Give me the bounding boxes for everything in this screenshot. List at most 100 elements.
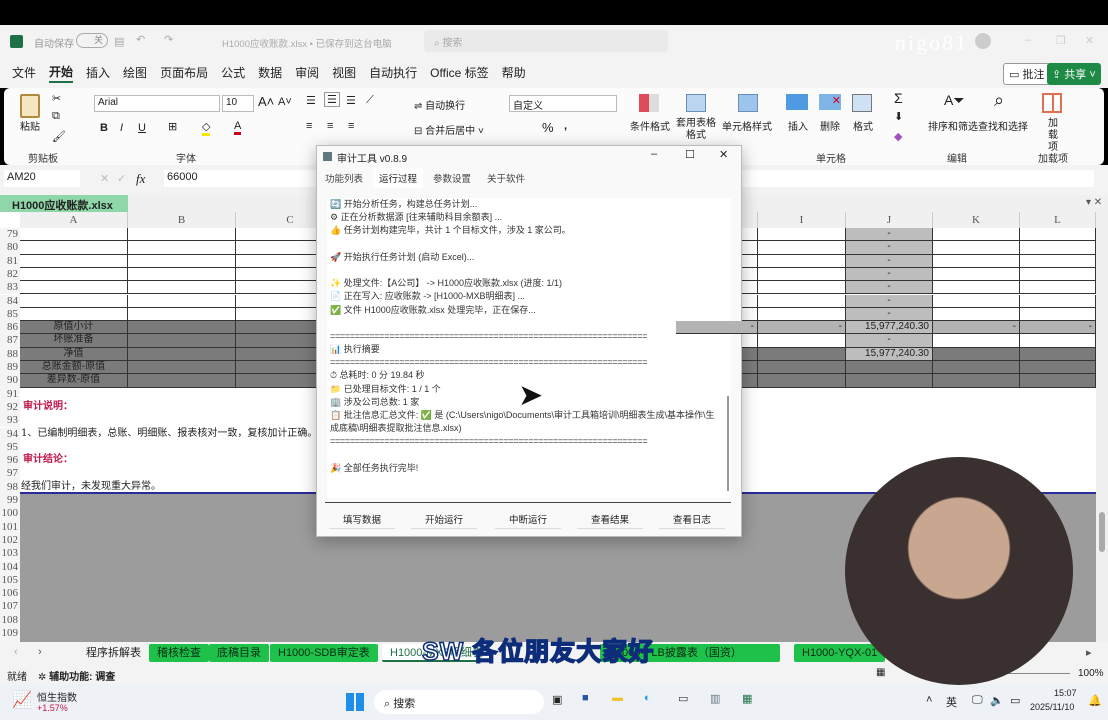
cell-I91[interactable] — [758, 387, 846, 401]
font-size-select[interactable]: 10 — [222, 95, 254, 112]
cell-I88[interactable] — [758, 347, 846, 361]
cell-A87[interactable]: 坏账准备 — [20, 334, 128, 348]
cell-I90[interactable] — [758, 374, 846, 388]
row-header[interactable]: 96 — [0, 454, 20, 468]
cell-K88[interactable] — [933, 347, 1020, 361]
conditional-format-icon[interactable] — [639, 94, 659, 112]
cell-K82[interactable] — [933, 267, 1020, 282]
row-header[interactable]: 100 — [0, 507, 20, 521]
row-header[interactable]: 98 — [0, 480, 20, 494]
cell-I87[interactable] — [758, 334, 846, 348]
underline-button[interactable]: U — [138, 122, 146, 134]
save-icon[interactable]: ▤ — [114, 35, 124, 48]
cell-A97[interactable] — [20, 467, 128, 481]
widget-title[interactable]: 恒生指数 — [37, 689, 77, 704]
row-header[interactable]: 104 — [0, 560, 20, 574]
cell-I95[interactable] — [758, 440, 846, 455]
cell-A86[interactable]: 原值小计 — [20, 321, 128, 335]
close-icon[interactable]: ✕ — [1085, 34, 1094, 47]
cell-A93[interactable] — [20, 414, 128, 428]
delete-cells-button[interactable]: 删除 — [820, 118, 840, 133]
cell-style-icon[interactable] — [738, 94, 758, 112]
dialog-minimize-icon[interactable]: – — [651, 148, 657, 160]
row-header[interactable]: 90 — [0, 374, 20, 388]
insert-cells-icon[interactable] — [786, 94, 808, 110]
sheet-tab[interactable]: 稽核检查 — [149, 644, 209, 662]
cell-K89[interactable] — [933, 361, 1020, 375]
italic-button[interactable]: I — [120, 122, 123, 134]
cell-B79[interactable] — [128, 228, 236, 242]
cell-L79[interactable] — [1020, 228, 1096, 242]
cell-J92[interactable] — [846, 400, 933, 415]
cell-I89[interactable] — [758, 361, 846, 375]
minimize-icon[interactable]: – — [1025, 34, 1031, 46]
account-icon[interactable] — [975, 33, 991, 49]
tab-draw[interactable]: 绘图 — [123, 64, 147, 81]
insert-function-button[interactable]: fx — [136, 171, 145, 187]
start-icon[interactable] — [346, 693, 364, 711]
cell-L83[interactable] — [1020, 281, 1096, 295]
cell-I97[interactable] — [758, 467, 846, 481]
row-header[interactable]: 84 — [0, 294, 20, 308]
sort-filter-icon[interactable]: A⏷ — [944, 92, 965, 109]
tab-page-layout[interactable]: 页面布局 — [160, 64, 208, 81]
border-icon[interactable]: ⊞ — [168, 120, 177, 133]
cell-I80[interactable] — [758, 241, 846, 255]
wrap-text-button[interactable]: ⇌ 自动换行 — [414, 97, 465, 112]
row-header[interactable]: 93 — [0, 414, 20, 428]
sheet-tab[interactable]: H1000-SDB审定表 — [270, 644, 378, 662]
tray-overflow-icon[interactable]: ˄ — [926, 694, 932, 706]
dialog-maximize-icon[interactable]: ☐ — [685, 148, 695, 161]
row-header[interactable]: 81 — [0, 254, 20, 268]
row-header[interactable]: 97 — [0, 467, 20, 481]
cell-J91[interactable] — [846, 387, 933, 401]
cell-K87[interactable] — [933, 334, 1020, 348]
clock-date[interactable]: 2025/11/10 — [1030, 702, 1074, 712]
cancel-icon[interactable]: ✕ — [100, 172, 109, 185]
cell-A88[interactable]: 净值 — [20, 347, 128, 361]
cell-I84[interactable] — [758, 294, 846, 308]
tab-office-tabs[interactable]: Office 标签 — [430, 64, 488, 81]
cell-B84[interactable] — [128, 294, 236, 308]
zoom-slider[interactable] — [1000, 673, 1070, 674]
input-language[interactable]: 英 — [946, 694, 957, 710]
row-header[interactable]: 85 — [0, 307, 20, 322]
cell-L87[interactable] — [1020, 334, 1096, 348]
cell-L80[interactable] — [1020, 241, 1096, 255]
cell-B88[interactable] — [128, 347, 236, 361]
share-button[interactable]: ⇪ 共享 ˅ — [1047, 63, 1101, 85]
find-select-button[interactable]: 查找和选择 — [978, 118, 1028, 133]
cell-L89[interactable] — [1020, 361, 1096, 375]
cell-J86[interactable]: 15,977,240.30 — [846, 321, 933, 335]
file-tab-active[interactable]: H1000应收账款.xlsx — [0, 195, 128, 212]
sheet-tab[interactable]: 程序拆解表 — [78, 644, 149, 662]
autosum-icon[interactable]: Σ — [894, 90, 903, 106]
tab-help[interactable]: 帮助 — [502, 64, 526, 81]
cell-L97[interactable] — [1020, 467, 1096, 481]
autosave-toggle[interactable]: 关 — [76, 33, 108, 48]
excel-taskbar-icon[interactable]: ▦ — [742, 692, 752, 705]
next-sheet-icon[interactable]: › — [38, 646, 42, 658]
format-cells-button[interactable]: 格式 — [853, 118, 873, 133]
cell-A94[interactable]: 1、已编制明细表，总账、明细账、报表核对一致，复核加计正确。 — [20, 427, 317, 441]
cell-J85[interactable]: - — [846, 307, 933, 322]
cell-H86[interactable]: - — [676, 321, 758, 335]
cell-K94[interactable] — [933, 427, 1020, 441]
cell-L94[interactable] — [1020, 427, 1096, 441]
cell-J87[interactable]: - — [846, 334, 933, 348]
undo-icon[interactable]: ↶ — [136, 33, 145, 46]
row-header[interactable]: 89 — [0, 361, 20, 375]
row-header[interactable]: 95 — [0, 440, 20, 455]
orientation-icon[interactable]: ⟋ — [366, 94, 374, 107]
cell-L95[interactable] — [1020, 440, 1096, 455]
grow-font-icon[interactable]: A˄ — [258, 94, 274, 109]
cell-B91[interactable] — [128, 387, 236, 401]
enter-icon[interactable]: ✓ — [117, 172, 126, 185]
cell-I83[interactable] — [758, 281, 846, 295]
font-color-icon[interactable]: A — [234, 120, 242, 135]
cell-B89[interactable] — [128, 361, 236, 375]
cell-A80[interactable] — [20, 241, 128, 255]
view-results-button[interactable]: 查看结果 — [577, 512, 643, 529]
conditional-format-button[interactable]: 条件格式 — [630, 118, 670, 133]
format-cells-icon[interactable] — [852, 94, 872, 112]
